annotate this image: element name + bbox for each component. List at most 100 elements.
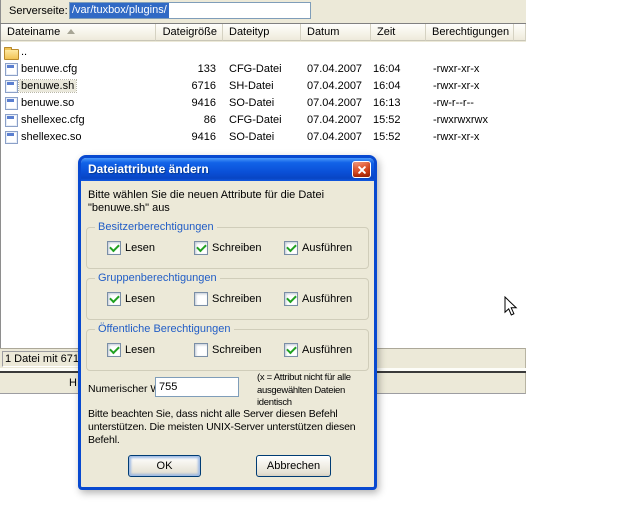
checkbox-label: Schreiben bbox=[212, 293, 262, 305]
checkbox-label: Ausführen bbox=[302, 293, 352, 305]
file-permissions-cell: -rwxr-xr-x bbox=[433, 131, 479, 143]
file-icon bbox=[5, 63, 18, 76]
checkbox-icon[interactable] bbox=[194, 292, 208, 306]
file-icon bbox=[5, 80, 18, 93]
file-permissions-cell: -rwxrwxrwx bbox=[433, 114, 488, 126]
server-support-note: Bitte beachten Sie, dass nicht alle Serv… bbox=[88, 408, 374, 447]
file-type-cell: CFG-Datei bbox=[229, 114, 282, 126]
cancel-button[interactable]: Abbrechen bbox=[256, 455, 331, 477]
folder-icon bbox=[4, 49, 19, 60]
checkbox-label: Ausführen bbox=[302, 344, 352, 356]
dialog-title: Dateiattribute ändern bbox=[88, 158, 209, 181]
server-path-input[interactable]: /var/tuxbox/plugins/ bbox=[69, 2, 311, 19]
group-label: Öffentliche Berechtigungen bbox=[95, 323, 234, 336]
checkbox-public-write[interactable]: Schreiben bbox=[194, 343, 262, 357]
file-size-cell: 9416 bbox=[146, 97, 216, 109]
file-name-cell: benuwe.cfg bbox=[21, 63, 77, 75]
file-row[interactable]: shellexec.so9416SO-Datei07.04.200715:52-… bbox=[1, 129, 525, 146]
permission-group-public: Öffentliche BerechtigungenLesenSchreiben… bbox=[86, 329, 369, 371]
file-name-cell: shellexec.cfg bbox=[21, 114, 85, 126]
permission-groups: BesitzerberechtigungenLesenSchreibenAusf… bbox=[86, 227, 369, 380]
file-name-text: benuwe.cfg bbox=[21, 63, 77, 75]
file-name-text: benuwe.sh bbox=[19, 80, 76, 92]
checkbox-icon[interactable] bbox=[284, 292, 298, 306]
file-name-text: .. bbox=[21, 46, 27, 58]
checkbox-label: Lesen bbox=[125, 242, 155, 254]
file-date-cell: 07.04.2007 bbox=[307, 131, 362, 143]
dialog-titlebar[interactable]: Dateiattribute ändern bbox=[81, 158, 374, 181]
file-time-cell: 16:04 bbox=[373, 63, 401, 75]
permission-group-owner: BesitzerberechtigungenLesenSchreibenAusf… bbox=[86, 227, 369, 269]
checkbox-owner-execute[interactable]: Ausführen bbox=[284, 241, 352, 255]
checkbox-group-read[interactable]: Lesen bbox=[107, 292, 155, 306]
file-size-cell: 9416 bbox=[146, 131, 216, 143]
column-header-filetype[interactable]: Dateityp bbox=[223, 24, 301, 41]
dialog-intro-text: Bitte wählen Sie die neuen Attribute für… bbox=[88, 189, 370, 215]
server-path-bar: Serverseite: /var/tuxbox/plugins/ bbox=[1, 0, 526, 23]
checkbox-icon[interactable] bbox=[107, 241, 121, 255]
checkbox-icon[interactable] bbox=[194, 343, 208, 357]
checkbox-label: Schreiben bbox=[212, 242, 262, 254]
column-header-label: Berechtigungen bbox=[432, 26, 509, 38]
column-header-filesize[interactable]: Dateigröße bbox=[156, 24, 223, 41]
checkbox-label: Lesen bbox=[125, 344, 155, 356]
ok-button[interactable]: OK bbox=[128, 455, 201, 477]
file-name-text: shellexec.cfg bbox=[21, 114, 85, 126]
checkbox-icon[interactable] bbox=[284, 241, 298, 255]
permission-group-group: GruppenberechtigungenLesenSchreibenAusfü… bbox=[86, 278, 369, 320]
file-name-text: shellexec.so bbox=[21, 131, 82, 143]
file-permissions-cell: -rw-r--r-- bbox=[433, 97, 474, 109]
file-name-text: benuwe.so bbox=[21, 97, 74, 109]
dialog-body: Bitte wählen Sie die neuen Attribute für… bbox=[81, 181, 374, 487]
column-header-label: Dateiname bbox=[7, 26, 60, 38]
file-date-cell: 07.04.2007 bbox=[307, 97, 362, 109]
file-permissions-cell: -rwxr-xr-x bbox=[433, 80, 479, 92]
column-header-time[interactable]: Zeit bbox=[371, 24, 426, 41]
column-header-permissions[interactable]: Berechtigungen bbox=[426, 24, 514, 41]
checkbox-public-execute[interactable]: Ausführen bbox=[284, 343, 352, 357]
checkbox-icon[interactable] bbox=[194, 241, 208, 255]
file-time-cell: 15:52 bbox=[373, 114, 401, 126]
checkbox-owner-read[interactable]: Lesen bbox=[107, 241, 155, 255]
checkbox-icon[interactable] bbox=[107, 343, 121, 357]
checkbox-icon[interactable] bbox=[284, 343, 298, 357]
column-header-stub bbox=[514, 24, 526, 41]
file-date-cell: 07.04.2007 bbox=[307, 63, 362, 75]
file-time-cell: 16:04 bbox=[373, 80, 401, 92]
column-header-label: Dateityp bbox=[229, 26, 269, 38]
column-header-row: Dateiname Dateigröße Dateityp Datum Zeit Bere… bbox=[1, 24, 526, 42]
file-size-cell: 133 bbox=[146, 63, 216, 75]
file-icon bbox=[5, 97, 18, 110]
file-time-cell: 16:13 bbox=[373, 97, 401, 109]
numeric-value-input[interactable] bbox=[155, 377, 239, 397]
file-type-cell: SO-Datei bbox=[229, 97, 274, 109]
checkbox-label: Schreiben bbox=[212, 344, 262, 356]
column-header-label: Datum bbox=[307, 26, 339, 38]
checkbox-owner-write[interactable]: Schreiben bbox=[194, 241, 262, 255]
file-name-cell: .. bbox=[21, 46, 27, 58]
file-row[interactable]: benuwe.sh6716SH-Datei07.04.200716:04-rwx… bbox=[1, 78, 525, 95]
checkbox-group-write[interactable]: Schreiben bbox=[194, 292, 262, 306]
file-date-cell: 07.04.2007 bbox=[307, 80, 362, 92]
file-row[interactable]: benuwe.cfg133CFG-Datei07.04.200716:04-rw… bbox=[1, 61, 525, 78]
file-icon bbox=[5, 131, 18, 144]
file-name-cell: benuwe.sh bbox=[21, 80, 76, 92]
file-size-cell: 86 bbox=[146, 114, 216, 126]
checkbox-icon[interactable] bbox=[107, 292, 121, 306]
checkbox-label: Lesen bbox=[125, 293, 155, 305]
file-date-cell: 07.04.2007 bbox=[307, 114, 362, 126]
column-header-filename[interactable]: Dateiname bbox=[1, 24, 156, 41]
server-side-label: Serverseite: bbox=[9, 5, 68, 17]
column-header-date[interactable]: Datum bbox=[301, 24, 371, 41]
checkbox-label: Ausführen bbox=[302, 242, 352, 254]
desktop: Serverseite: /var/tuxbox/plugins/ Datein… bbox=[0, 0, 640, 512]
checkbox-public-read[interactable]: Lesen bbox=[107, 343, 155, 357]
file-row[interactable]: benuwe.so 9416 SO-Datei 07.04.2007 16:13 -rw-… bbox=[1, 95, 525, 112]
column-header-label: Zeit bbox=[377, 26, 395, 38]
close-icon[interactable] bbox=[352, 161, 371, 178]
sort-ascending-icon bbox=[67, 29, 75, 34]
numeric-note-text: (x = Attribut nicht für alle ausgewählte… bbox=[257, 372, 374, 410]
checkbox-group-execute[interactable]: Ausführen bbox=[284, 292, 352, 306]
file-row[interactable]: shellexec.cfg 86 CFG-Datei 07.04.2007 15:52 -… bbox=[1, 112, 525, 129]
file-row[interactable]: .. bbox=[1, 44, 525, 61]
